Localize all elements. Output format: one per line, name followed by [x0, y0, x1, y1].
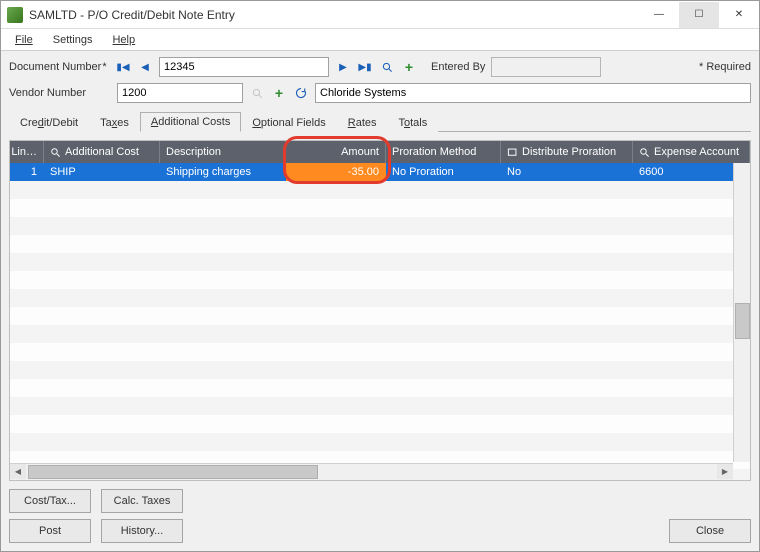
first-record-icon[interactable]: ▮◀	[115, 59, 131, 75]
hscroll-thumb[interactable]	[28, 465, 318, 479]
tab-taxes[interactable]: Taxes	[89, 113, 140, 132]
hscroll-left-arrow[interactable]: ◀	[10, 464, 26, 479]
col-header-distribute[interactable]: Distribute Proration	[501, 141, 633, 163]
cell-additional-cost[interactable]: SHIP	[44, 163, 160, 181]
grid-body[interactable]: 1 SHIP Shipping charges -35.00 No Prorat…	[10, 163, 750, 480]
vscroll-thumb[interactable]	[735, 303, 750, 339]
entered-by-label: Entered By	[431, 61, 485, 73]
doc-number-row: Document Number* ▮◀ ◀ ▶ ▶▮ + Entered By …	[9, 57, 751, 77]
table-row[interactable]: 1 SHIP Shipping charges -35.00 No Prorat…	[10, 163, 750, 181]
cost-tax-button[interactable]: Cost/Tax...	[9, 489, 91, 513]
post-button[interactable]: Post	[9, 519, 91, 543]
col-header-additional-cost[interactable]: Additional Cost	[44, 141, 160, 163]
cell-distribute[interactable]: No	[501, 163, 633, 181]
close-button[interactable]: Close	[669, 519, 751, 543]
vendor-search-icon[interactable]	[249, 85, 265, 101]
cell-line[interactable]: 1	[10, 163, 44, 181]
required-hint: * Required	[699, 61, 751, 73]
col-header-proration[interactable]: Proration Method	[386, 141, 501, 163]
grid-header: Lin… Additional Cost Description Amount …	[10, 141, 750, 163]
horizontal-scrollbar[interactable]: ◀ ▶	[10, 463, 733, 480]
entered-by-field	[491, 57, 601, 77]
tab-additional-costs[interactable]: Additional Costs	[140, 112, 242, 132]
vertical-scrollbar[interactable]	[733, 163, 750, 462]
vendor-name-input[interactable]	[315, 83, 751, 103]
doc-number-label: Document Number*	[9, 61, 109, 73]
grid-button-row: Cost/Tax... Calc. Taxes	[9, 489, 751, 513]
doc-number-input[interactable]	[159, 57, 329, 77]
col-header-description[interactable]: Description	[160, 141, 286, 163]
cell-proration[interactable]: No Proration	[386, 163, 501, 181]
menu-settings[interactable]: Settings	[45, 32, 101, 48]
maximize-button[interactable]: ☐	[679, 2, 719, 28]
title-bar: SAMLTD - P/O Credit/Debit Note Entry — ☐…	[1, 1, 759, 29]
col-header-expense[interactable]: Expense Account	[633, 141, 750, 163]
next-record-icon[interactable]: ▶	[335, 59, 351, 75]
calc-taxes-button[interactable]: Calc. Taxes	[101, 489, 183, 513]
window-title: SAMLTD - P/O Credit/Debit Note Entry	[29, 8, 639, 22]
vendor-label: Vendor Number	[9, 87, 109, 99]
grid: Lin… Additional Cost Description Amount …	[9, 140, 751, 481]
hscroll-right-arrow[interactable]: ▶	[717, 464, 733, 479]
cell-description[interactable]: Shipping charges	[160, 163, 286, 181]
tab-rates[interactable]: Rates	[337, 113, 388, 132]
menu-help[interactable]: Help	[104, 32, 143, 48]
last-record-icon[interactable]: ▶▮	[357, 59, 373, 75]
close-window-button[interactable]: ✕	[719, 2, 759, 28]
menu-file[interactable]: File	[7, 32, 41, 48]
client-area: Document Number* ▮◀ ◀ ▶ ▶▮ + Entered By …	[1, 51, 759, 551]
app-icon	[7, 7, 23, 23]
history-button[interactable]: History...	[101, 519, 183, 543]
col-header-line[interactable]: Lin…	[10, 141, 44, 163]
vendor-refresh-icon[interactable]	[293, 85, 309, 101]
new-doc-icon[interactable]: +	[401, 59, 417, 75]
vendor-number-input[interactable]	[117, 83, 243, 103]
menu-bar: File Settings Help	[1, 29, 759, 51]
tab-optional-fields[interactable]: Optional Fields	[241, 113, 336, 132]
cell-amount[interactable]: -35.00	[286, 163, 386, 181]
prev-record-icon[interactable]: ◀	[137, 59, 153, 75]
minimize-button[interactable]: —	[639, 2, 679, 28]
tab-credit-debit[interactable]: Credit/Debit	[9, 113, 89, 132]
vendor-row: Vendor Number +	[9, 83, 751, 103]
vendor-add-icon[interactable]: +	[271, 85, 287, 101]
tab-totals[interactable]: Totals	[388, 113, 439, 132]
footer-row: Post History... Close	[9, 519, 751, 543]
col-header-amount[interactable]: Amount	[286, 141, 386, 163]
tab-strip: Credit/Debit Taxes Additional Costs Opti…	[9, 111, 751, 132]
window-buttons: — ☐ ✕	[639, 2, 759, 28]
doc-search-icon[interactable]	[379, 59, 395, 75]
